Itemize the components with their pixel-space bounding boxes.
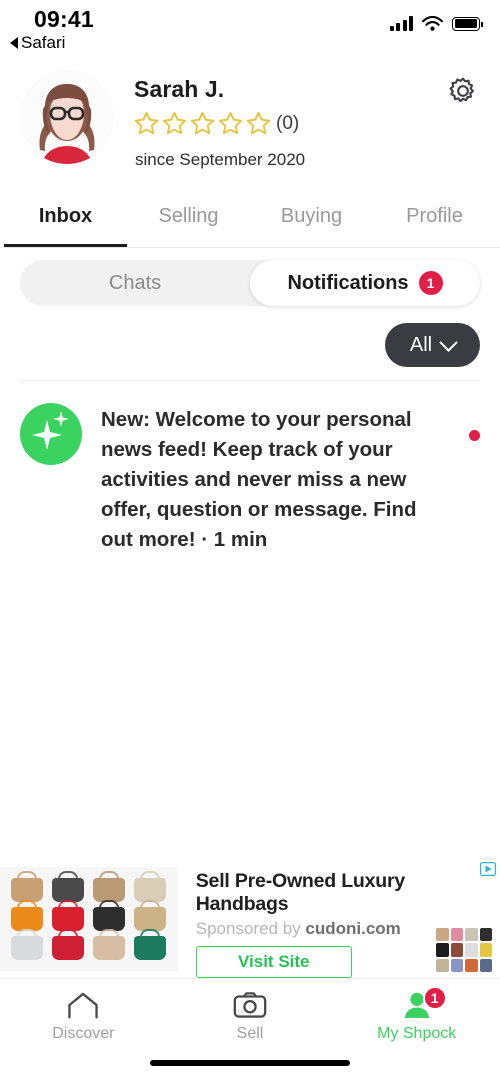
tab-buying[interactable]: Buying: [250, 192, 373, 247]
ad-body: Sell Pre-Owned Luxury Handbags Sponsored…: [178, 860, 500, 978]
rating-count: (0): [276, 112, 300, 134]
segment-notifications-label: Notifications: [287, 271, 409, 294]
nav-label-my-shpock: My Shpock: [377, 1025, 457, 1042]
visit-site-button[interactable]: Visit Site: [195, 946, 352, 978]
home-indicator: [0, 1054, 500, 1080]
app-screen: 09:41 Safari Sarah J. (0) since Septembe…: [0, 0, 500, 1080]
segment-notifications[interactable]: Notifications 1: [250, 260, 480, 306]
status-bar-time: 09:41: [34, 6, 94, 32]
star-icon: [134, 111, 159, 135]
signal-bars-icon: [389, 16, 413, 31]
camera-icon: [233, 992, 267, 1018]
tab-selling[interactable]: Selling: [127, 192, 250, 247]
bag-thumb: [52, 877, 85, 902]
settings-button[interactable]: [446, 74, 480, 108]
inbox-segmented-control: Chats Notifications 1: [20, 260, 480, 306]
home-icon: [68, 992, 99, 1019]
main-tabs: Inbox Selling Buying Profile: [0, 192, 500, 248]
star-icon: [162, 111, 187, 135]
ad-sponsored-prefix: Sponsored by: [195, 919, 306, 938]
adchoices-icon[interactable]: [480, 862, 496, 876]
sparkle-small-icon: [53, 411, 69, 427]
filter-all-button[interactable]: All: [385, 323, 480, 367]
nav-label-sell: Sell: [236, 1025, 264, 1042]
star-icon: [218, 111, 243, 135]
segment-chats[interactable]: Chats: [20, 260, 250, 306]
bag-thumb: [52, 906, 85, 931]
list-item[interactable]: New: Welcome to your personal news feed!…: [20, 403, 480, 555]
member-since: since September 2020: [135, 150, 306, 169]
bag-thumb: [93, 936, 126, 961]
rating-stars: (0): [133, 110, 299, 137]
sparkle-icon: [20, 403, 82, 465]
ad-image: [0, 867, 178, 971]
bag-thumb: [11, 936, 44, 961]
notification-list[interactable]: New: Welcome to your personal news feed!…: [0, 381, 500, 860]
nav-label-discover: Discover: [52, 1025, 115, 1042]
bag-thumb: [134, 936, 167, 961]
tab-profile[interactable]: Profile: [373, 192, 496, 247]
nav-item-my-shpock[interactable]: 1 My Shpock: [333, 979, 500, 1054]
bag-thumb: [11, 877, 44, 902]
profile-header: Sarah J. (0) since September 2020: [0, 62, 500, 192]
gear-icon: [449, 77, 474, 103]
avatar-illustration: [20, 70, 114, 164]
battery-icon: [452, 16, 483, 31]
star-icon: [190, 111, 215, 135]
filter-row: All: [0, 310, 500, 372]
star-icon: [246, 111, 271, 135]
nav-item-discover[interactable]: Discover: [0, 979, 167, 1054]
status-bar-indicators: [389, 16, 483, 31]
ad-banner[interactable]: Sell Pre-Owned Luxury Handbags Sponsored…: [0, 860, 500, 978]
nav-badge-my-shpock: 1: [422, 986, 447, 1010]
unread-dot: [469, 430, 480, 441]
nav-item-sell[interactable]: Sell: [167, 979, 334, 1054]
segment-chats-label: Chats: [108, 271, 162, 294]
inbox-segmented-wrap: Chats Notifications 1: [0, 248, 500, 310]
bag-thumb: [93, 877, 126, 902]
notification-text: New: Welcome to your personal news feed!…: [101, 408, 417, 551]
chevron-down-icon: [439, 332, 458, 352]
profile-name: Sarah J.: [134, 76, 225, 102]
notifications-badge: 1: [418, 271, 443, 295]
avatar[interactable]: [20, 70, 114, 164]
wifi-icon: [422, 16, 443, 31]
status-bar: 09:41 Safari: [0, 0, 500, 62]
back-label: Safari: [21, 33, 66, 52]
ad-thumbnail-grid: [436, 928, 492, 972]
bag-thumb: [134, 906, 167, 931]
filter-label: All: [409, 333, 433, 356]
bag-thumb: [11, 906, 44, 931]
bottom-nav: Discover Sell 1 My Shpock: [0, 978, 500, 1054]
back-triangle-icon: [10, 37, 18, 49]
sparkle-large-icon: [32, 420, 62, 450]
back-to-safari-link[interactable]: Safari: [10, 33, 65, 53]
bag-thumb: [134, 877, 167, 902]
ad-sponsor-domain: cudoni.com: [305, 919, 401, 938]
tab-inbox[interactable]: Inbox: [4, 192, 127, 247]
bag-thumb: [93, 906, 126, 931]
bag-thumb: [52, 936, 85, 961]
ad-title: Sell Pre-Owned Luxury Handbags: [195, 870, 406, 915]
